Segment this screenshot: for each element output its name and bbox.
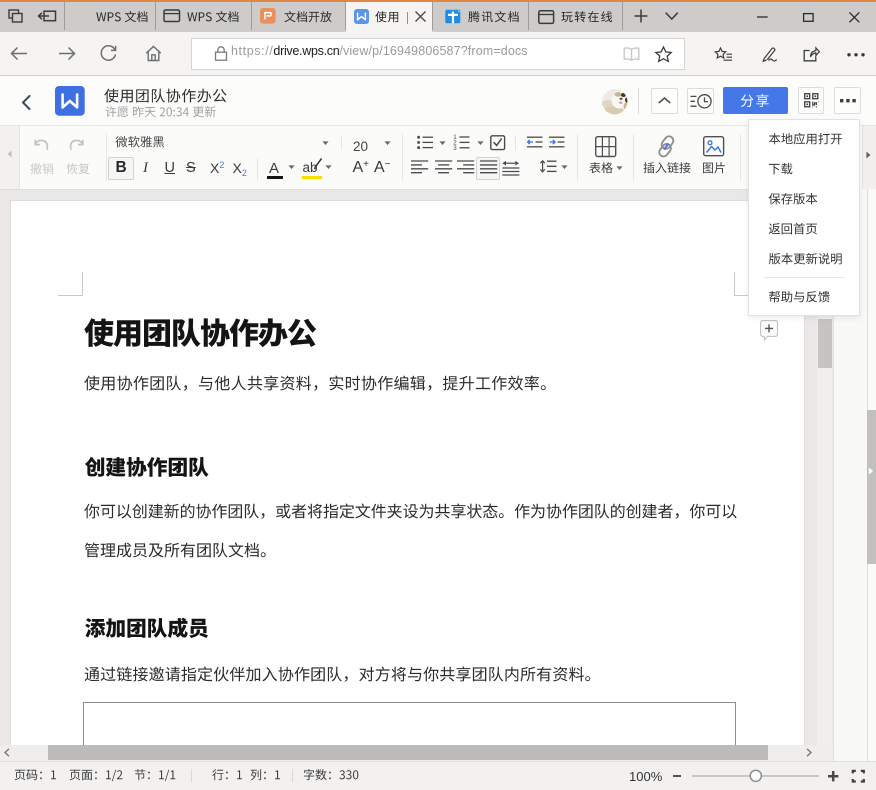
svg-text:3: 3 — [453, 145, 457, 152]
